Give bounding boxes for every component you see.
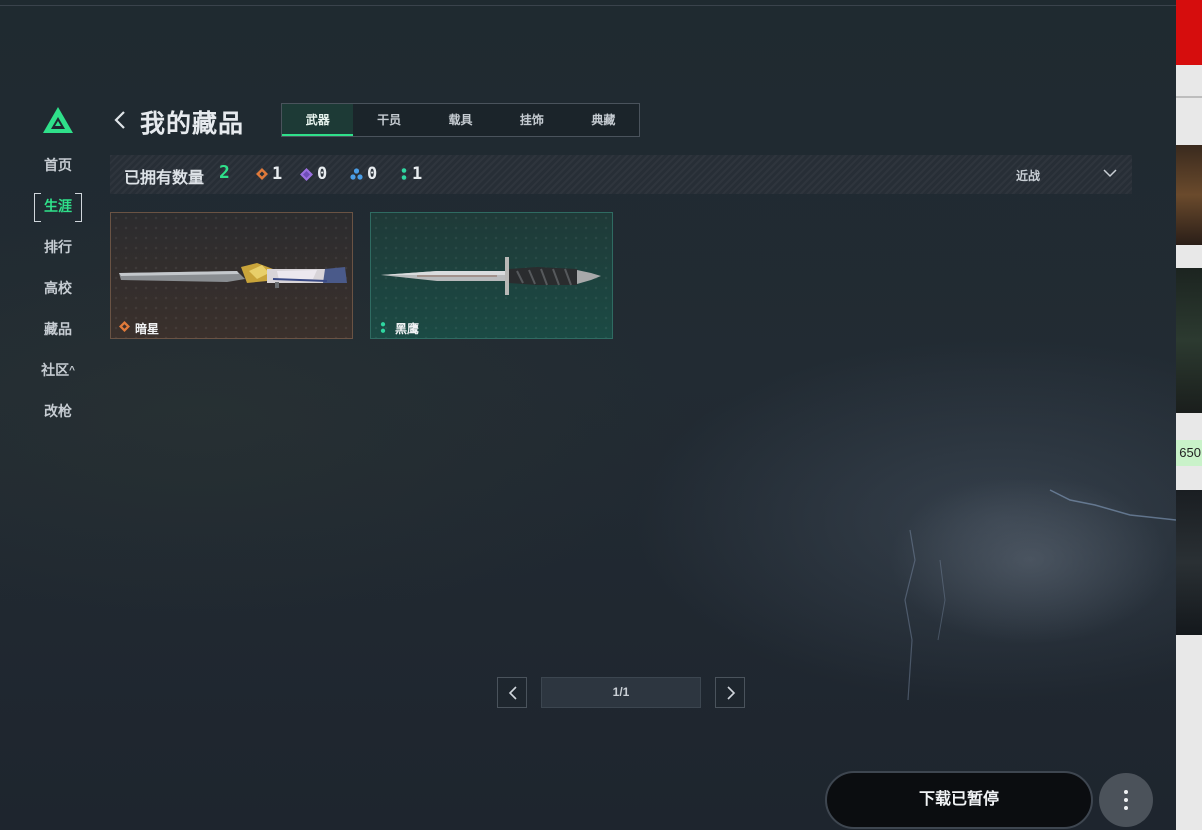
sidebar-item-label: 藏品: [44, 321, 72, 337]
sidebar-nav: 首页 生涯 排行 高校 藏品 社区^ 改枪: [30, 152, 86, 439]
sidebar-item-home[interactable]: 首页: [34, 152, 82, 179]
purple-diamond-icon: [300, 167, 313, 181]
sidebar-item-label: 高校: [44, 280, 72, 296]
sidebar-item-community[interactable]: 社区^: [34, 357, 82, 384]
back-arrow-icon[interactable]: [110, 108, 130, 132]
owned-count: 2: [219, 162, 230, 183]
tab-archive[interactable]: 典藏: [568, 104, 639, 136]
orange-diamond-icon: [119, 321, 130, 332]
dot: [1124, 806, 1128, 810]
sidebar-item-label: 社区: [41, 362, 70, 378]
tab-charms[interactable]: 挂饰: [496, 104, 567, 136]
sidebar-item-label: 生涯: [44, 198, 72, 214]
sidebar-item-label: 改枪: [44, 403, 72, 419]
thumbnail-image: [1176, 145, 1202, 245]
rarity-count-purple: 0: [300, 164, 327, 184]
collection-item-card[interactable]: 暗星: [110, 212, 353, 339]
teal-dots-icon: [380, 322, 386, 333]
sidebar-item-career[interactable]: 生涯: [34, 193, 82, 222]
item-name: 黑鹰: [395, 322, 420, 336]
category-tabs: 武器 干员 载具 挂饰 典藏: [281, 103, 640, 137]
sidebar-item-label: 首页: [44, 157, 72, 173]
ornate-knife-image: [119, 263, 347, 288]
sidebar-item-college[interactable]: 高校: [34, 275, 82, 302]
collection-stats-bar: 已拥有数量 2 1 0 0 1 近战: [110, 155, 1132, 194]
blue-triangle-icon: [350, 168, 363, 180]
chevron-down-icon[interactable]: [1103, 168, 1117, 178]
page-title: 我的藏品: [140, 110, 245, 138]
weapon-type-filter[interactable]: 近战: [1016, 167, 1040, 184]
collection-item-card[interactable]: 黑鹰: [370, 212, 613, 339]
teal-dots-icon: [401, 168, 407, 180]
page-indicator: 1/1: [541, 677, 701, 708]
tab-operators[interactable]: 干员: [353, 104, 424, 136]
app-logo-icon[interactable]: [42, 106, 74, 134]
sidebar-item-label: 排行: [44, 239, 72, 255]
item-name: 暗星: [135, 322, 160, 336]
divider: [1176, 96, 1202, 98]
sidebar-item-gunsmith[interactable]: 改枪: [34, 398, 82, 425]
background-window-strip: 650: [1176, 0, 1202, 830]
owned-label: 已拥有数量: [124, 170, 205, 187]
tab-vehicles[interactable]: 载具: [425, 104, 496, 136]
dot: [1124, 790, 1128, 794]
rarity-count-orange: 1: [256, 164, 282, 184]
next-page-button[interactable]: [715, 677, 745, 708]
rarity-count-value: 0: [367, 164, 378, 184]
rarity-count-value: 1: [272, 164, 283, 184]
sidebar-item-ranking[interactable]: 排行: [34, 234, 82, 261]
partial-number: 650: [1176, 440, 1202, 466]
thumbnail-image: [1176, 268, 1202, 413]
red-banner: [1176, 0, 1202, 65]
app-window: 首页 生涯 排行 高校 藏品 社区^ 改枪 我的藏品 武器 干员 载具 挂饰 典…: [0, 0, 1176, 830]
rarity-count-value: 1: [412, 164, 423, 184]
rarity-count-blue: 0: [350, 164, 377, 184]
rarity-count-value: 0: [317, 164, 328, 184]
orange-diamond-icon: [256, 168, 268, 180]
more-options-button[interactable]: [1099, 773, 1153, 827]
thumbnail-image: [1176, 490, 1202, 635]
tab-weapons[interactable]: 武器: [282, 104, 354, 136]
chevron-left-icon: [508, 686, 517, 700]
combat-knife-image: [381, 257, 601, 295]
dot: [1124, 798, 1128, 802]
download-status-button[interactable]: 下载已暂停: [825, 771, 1093, 829]
rarity-count-teal: 1: [400, 164, 422, 184]
chevron-right-icon: [727, 686, 736, 700]
caret-up-icon: ^: [69, 365, 75, 376]
prev-page-button[interactable]: [497, 677, 527, 708]
sidebar-item-collection[interactable]: 藏品: [34, 316, 82, 343]
